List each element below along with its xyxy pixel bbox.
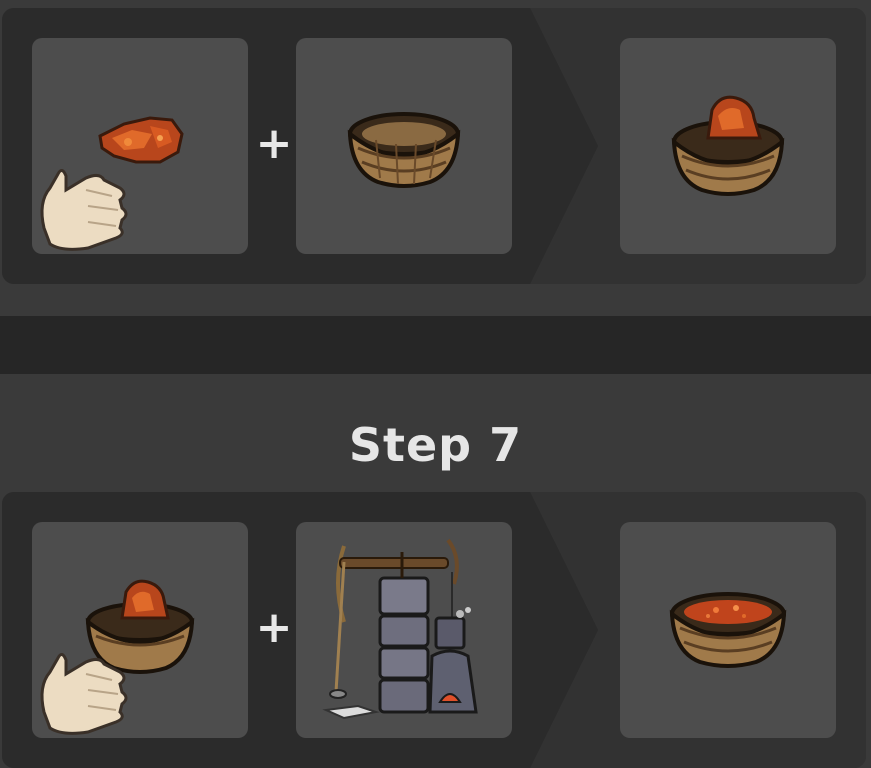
step-title: Step 7 <box>348 418 523 472</box>
output-slot[interactable] <box>620 522 836 738</box>
hand-holding-basket-of-clay-icon <box>40 579 195 735</box>
section-divider <box>0 316 871 374</box>
input-slot-1[interactable] <box>32 38 248 254</box>
input-slot-1[interactable] <box>32 522 248 738</box>
output-slot[interactable] <box>620 38 836 254</box>
plus-sign: + <box>255 602 293 653</box>
hand-holding-red-clay-icon <box>40 116 184 251</box>
input-slot-2[interactable] <box>296 38 512 254</box>
recipe-panel-1: + <box>2 8 866 284</box>
woven-basket-icon <box>347 112 461 188</box>
basket-of-crushed-clay-icon <box>669 592 787 668</box>
input-slot-2[interactable] <box>296 522 512 738</box>
recipe-panel-2: + <box>2 492 866 768</box>
basket-with-red-clay-icon <box>671 95 785 196</box>
kiln-with-bow-drill-icon <box>322 538 478 720</box>
plus-sign: + <box>255 118 293 169</box>
